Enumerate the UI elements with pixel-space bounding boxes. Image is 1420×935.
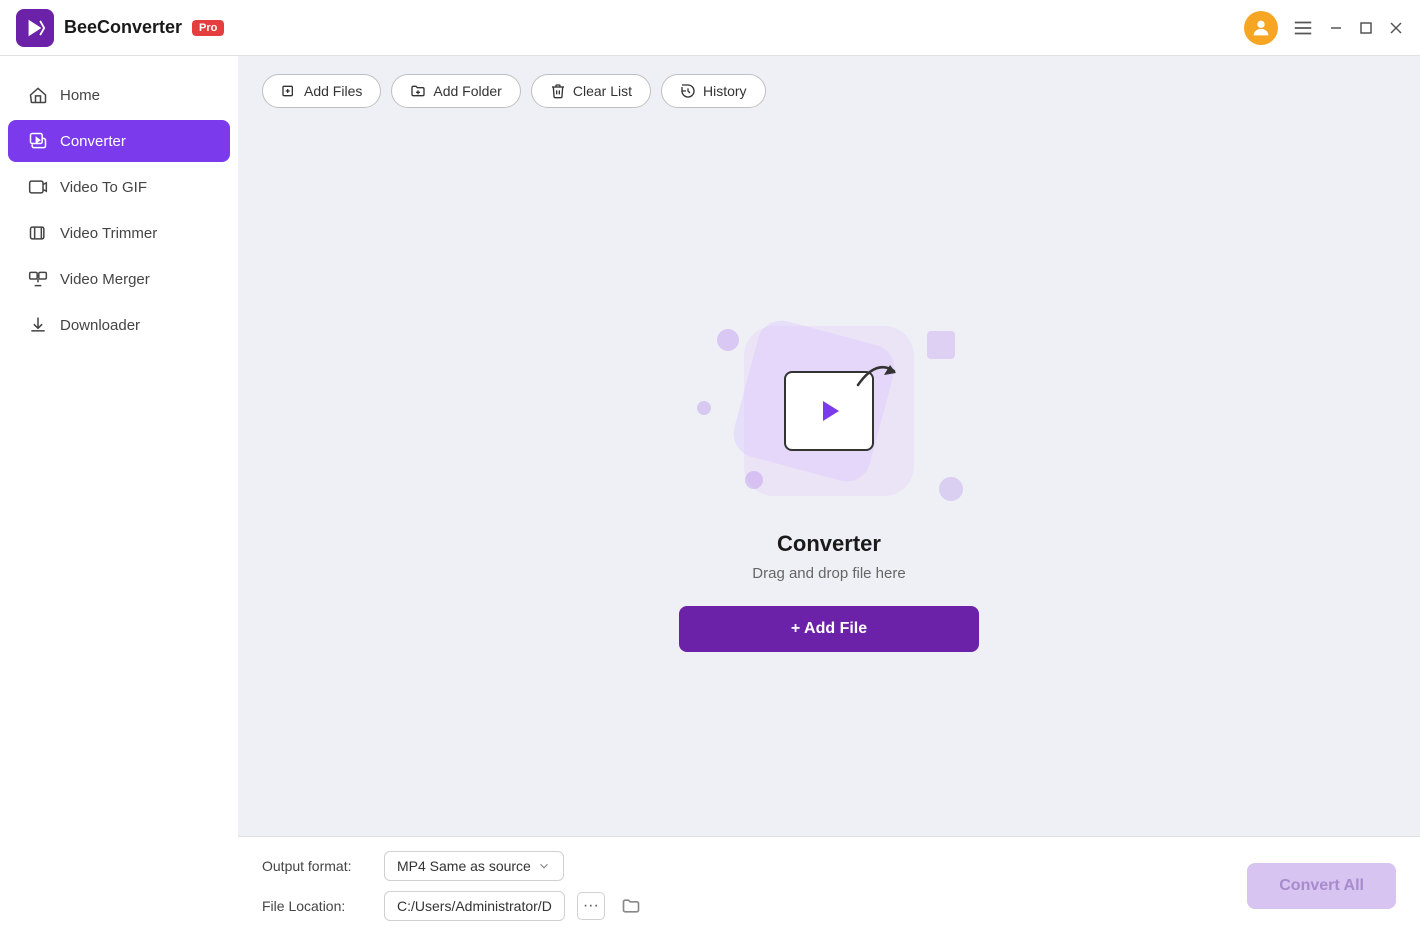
menu-button[interactable] — [1292, 17, 1314, 39]
file-location-label: File Location: — [262, 898, 372, 914]
circle-2 — [697, 401, 711, 415]
bottom-bar: Output format: MP4 Same as source File L… — [238, 836, 1420, 935]
output-format-label: Output format: — [262, 858, 372, 874]
add-folder-button[interactable]: Add Folder — [391, 74, 520, 108]
sidebar-item-video-to-gif-label: Video To GIF — [60, 179, 147, 196]
sidebar-item-video-merger[interactable]: Video Merger — [8, 258, 230, 300]
convert-all-button[interactable]: Convert All — [1247, 863, 1396, 909]
sidebar: Home Converter Video To GIF — [0, 56, 238, 935]
history-button[interactable]: History — [661, 74, 766, 108]
toolbar: Add Files Add Folder Clear List — [238, 56, 1420, 126]
sidebar-item-video-trimmer[interactable]: Video Trimmer — [8, 212, 230, 254]
maximize-button[interactable] — [1358, 20, 1374, 36]
title-bar: BeeConverter Pro — [0, 0, 1420, 56]
drop-zone-title: Converter — [777, 531, 881, 557]
format-select[interactable]: MP4 Same as source — [384, 851, 564, 881]
add-folder-label: Add Folder — [433, 83, 501, 99]
sidebar-item-downloader-label: Downloader — [60, 317, 140, 334]
sidebar-item-converter[interactable]: Converter — [8, 120, 230, 162]
sidebar-item-downloader[interactable]: Downloader — [8, 304, 230, 346]
clear-list-button[interactable]: Clear List — [531, 74, 651, 108]
add-file-button[interactable]: + Add File — [679, 606, 979, 652]
sidebar-item-home[interactable]: Home — [8, 74, 230, 116]
title-bar-right — [1244, 11, 1404, 45]
file-location-dots-button[interactable]: ··· — [577, 892, 605, 920]
circle-3 — [745, 471, 763, 489]
converter-icon-wrapper — [784, 371, 874, 451]
drop-zone-subtitle: Drag and drop file here — [752, 565, 905, 582]
main-layout: Home Converter Video To GIF — [0, 56, 1420, 935]
file-location-field: File Location: C:/Users/Administrator/D … — [262, 891, 1247, 921]
format-select-value: MP4 Same as source — [397, 858, 531, 874]
content-area: Add Files Add Folder Clear List — [238, 56, 1420, 935]
app-name: BeeConverter — [64, 17, 182, 38]
sidebar-item-home-label: Home — [60, 87, 100, 104]
clear-list-label: Clear List — [573, 83, 632, 99]
add-files-label: Add Files — [304, 83, 362, 99]
drop-zone-graphic — [689, 311, 969, 511]
circle-1 — [717, 329, 739, 351]
file-location-value: C:/Users/Administrator/D — [397, 898, 552, 914]
sidebar-item-video-to-gif[interactable]: Video To GIF — [8, 166, 230, 208]
title-bar-left: BeeConverter Pro — [16, 9, 1244, 47]
drop-zone-container: Converter Drag and drop file here + Add … — [238, 126, 1420, 836]
close-button[interactable] — [1388, 20, 1404, 36]
sidebar-item-converter-label: Converter — [60, 133, 126, 150]
output-format-field: Output format: MP4 Same as source — [262, 851, 1247, 881]
user-avatar[interactable] — [1244, 11, 1278, 45]
sidebar-item-video-trimmer-label: Video Trimmer — [60, 225, 157, 242]
file-location-folder-button[interactable] — [617, 892, 645, 920]
file-location-input: C:/Users/Administrator/D — [384, 891, 565, 921]
add-files-button[interactable]: Add Files — [262, 74, 381, 108]
minimize-button[interactable] — [1328, 20, 1344, 36]
circle-4 — [927, 331, 955, 359]
circle-5 — [939, 477, 963, 501]
pro-badge: Pro — [192, 20, 224, 36]
bottom-row: Output format: MP4 Same as source File L… — [262, 851, 1247, 921]
sidebar-item-video-merger-label: Video Merger — [60, 271, 150, 288]
history-label: History — [703, 83, 747, 99]
app-logo — [16, 9, 54, 47]
